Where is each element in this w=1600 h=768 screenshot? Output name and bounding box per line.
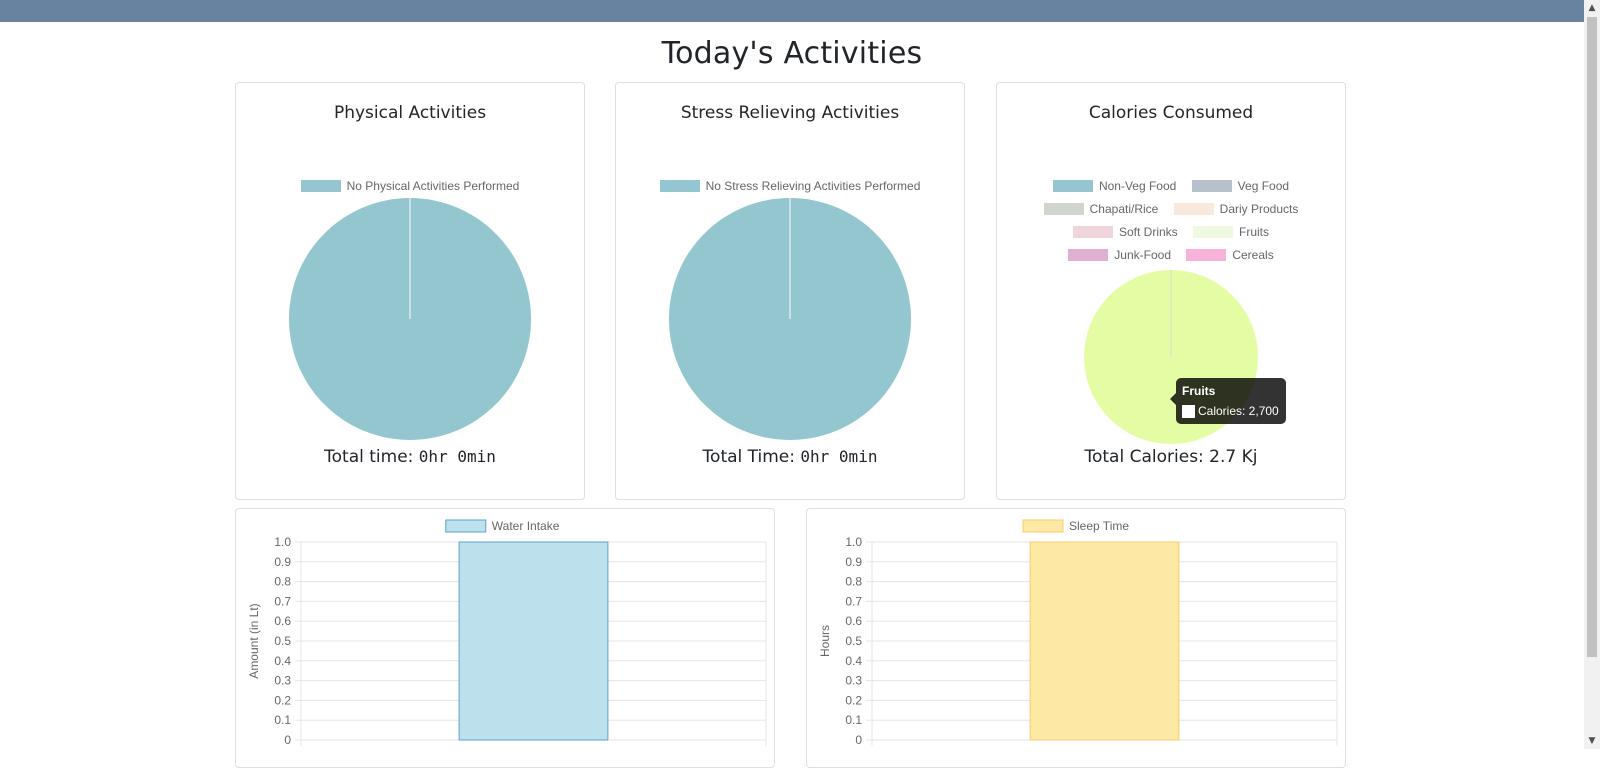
stress-card-title: Stress Relieving Activities (680, 103, 900, 123)
legend-swatch (300, 180, 341, 193)
legend-item[interactable]: Soft Drinks (1072, 224, 1178, 240)
legend-label: Non-Veg Food (1098, 179, 1177, 194)
legend-swatch (445, 519, 487, 533)
pie-tooltip: Fruits Calories: 2,700 (1176, 378, 1286, 425)
legend-swatch (1193, 226, 1234, 239)
legend-label: Veg Food (1237, 179, 1290, 194)
y-tick-label: 0.8 (845, 575, 862, 589)
legend-item[interactable]: Cereals (1186, 247, 1274, 263)
physical-pie-chart (289, 198, 531, 440)
sleep-time-bar-chart: Sleep Time 1.0 0.9 0.8 0.7 0.6 0.5 0.4 0.3 0.2 0.1… (818, 519, 1338, 747)
stress-total-time: Total Time: 0hr 0min (616, 447, 964, 467)
legend-swatch (1186, 249, 1227, 262)
y-tick-label: 1.0 (274, 535, 291, 549)
legend-label: Junk-Food (1114, 248, 1171, 263)
legend-item[interactable]: Non-Veg Food (1052, 178, 1177, 194)
y-tick-label: 0.6 (274, 614, 291, 628)
legend-label: No Physical Activities Performed (346, 179, 520, 194)
legend-swatch (1173, 203, 1214, 216)
top-navbar (0, 0, 1584, 22)
legend-label: No Stress Relieving Activities Performed (705, 179, 921, 194)
scrollbar-thumb[interactable] (1587, 17, 1597, 657)
physical-legend: No Physical Activities Performed (236, 178, 584, 193)
legend-swatch (1052, 180, 1093, 193)
calories-legend-row-1: Non-Veg Food Veg Food (997, 178, 1345, 193)
legend-item[interactable]: Dariy Products (1173, 201, 1299, 217)
physical-activities-card: Physical Activities No Physical Activiti… (235, 82, 585, 500)
y-axis-label: Amount (in Lt) (247, 603, 261, 678)
physical-total-time: Total time: 0hr 0min (236, 447, 584, 467)
legend-swatch (1191, 180, 1232, 193)
y-tick-label: 0.7 (845, 594, 862, 608)
legend-label: Chapati/Rice (1089, 202, 1159, 217)
legend-item[interactable]: Junk-Food (1068, 247, 1171, 262)
y-tick-label: 0.3 (845, 674, 862, 688)
y-tick-label: 0.6 (845, 614, 862, 628)
y-tick-label: 0.4 (274, 654, 291, 668)
legend-item[interactable]: Chapati/Rice (1043, 201, 1159, 217)
legend-label: Soft Drinks (1118, 225, 1178, 240)
y-tick-label: 0.2 (274, 693, 291, 707)
physical-card-title: Physical Activities (333, 103, 487, 123)
calories-pie-chart (1084, 270, 1258, 444)
y-tick-label: 0.5 (845, 634, 862, 648)
stress-total-label: Total Time: (702, 447, 801, 467)
physical-total-value: 0hr 0min (418, 447, 496, 466)
tooltip-swatch (1182, 405, 1195, 419)
bar[interactable] (1029, 541, 1180, 741)
scroll-down-icon[interactable]: ▼ (1584, 733, 1600, 749)
legend-item[interactable]: No Physical Activities Performed (300, 178, 520, 194)
calories-card: Calories Consumed Non-Veg Food Veg Food … (996, 82, 1346, 500)
legend-label: Fruits (1239, 225, 1270, 240)
y-tick-label: 0.3 (274, 674, 291, 688)
legend-label: Cereals (1232, 248, 1274, 263)
legend-label: Dariy Products (1219, 202, 1299, 217)
legend-swatch (1068, 249, 1109, 262)
calories-legend-row-3: Soft Drinks Fruits (997, 224, 1345, 239)
stress-total-value: 0hr 0min (800, 447, 878, 466)
bar[interactable] (458, 541, 609, 741)
y-tick-label: 1.0 (845, 535, 862, 549)
water-intake-card: Water Intake 1.0 0.9 0.8 0.7 0.6 0.5 0.4 0.3 0.2 0… (235, 508, 775, 768)
y-tick-label: 0.1 (845, 713, 862, 727)
legend-item[interactable]: Veg Food (1191, 178, 1290, 194)
tooltip-body: Calories: 2,700 (1198, 404, 1279, 418)
y-axis-label: Hours (818, 625, 832, 657)
y-tick-label: 0.5 (274, 634, 291, 648)
calories-legend-row-4: Junk-Food Cereals (997, 247, 1345, 262)
page-title: Today's Activities (661, 36, 923, 71)
y-tick-label: 0.8 (274, 575, 291, 589)
calories-card-title: Calories Consumed (1088, 103, 1254, 123)
physical-total-label: Total time: (324, 447, 419, 467)
calories-total: Total Calories: 2.7 Kj (1084, 447, 1258, 467)
legend-label: Water Intake (492, 519, 560, 533)
y-tick-label: 0 (855, 733, 862, 747)
y-tick-label: 0.9 (845, 555, 862, 569)
y-tick-label: 0.1 (274, 713, 291, 727)
legend-item[interactable]: No Stress Relieving Activities Performed (659, 178, 921, 194)
y-tick-label: 0.9 (274, 555, 291, 569)
sleep-time-card: Sleep Time 1.0 0.9 0.8 0.7 0.6 0.5 0.4 0.3 0.2 0.1… (806, 508, 1346, 768)
calories-legend-row-2: Chapati/Rice Dariy Products (997, 201, 1345, 216)
water-intake-bar-chart: Water Intake 1.0 0.9 0.8 0.7 0.6 0.5 0.4 0.3 0.2 0… (247, 519, 767, 747)
legend-swatch (1072, 226, 1113, 239)
legend-label: Sleep Time (1069, 519, 1129, 533)
y-tick-label: 0.7 (274, 594, 291, 608)
legend-swatch (659, 180, 700, 193)
stress-activities-card: Stress Relieving Activities No Stress Re… (615, 82, 965, 500)
y-tick-label: 0.4 (845, 654, 862, 668)
stress-legend: No Stress Relieving Activities Performed (616, 178, 964, 193)
tooltip-title: Fruits (1182, 384, 1216, 398)
legend-item[interactable]: Fruits (1193, 224, 1269, 239)
y-tick-label: 0 (284, 733, 291, 747)
vertical-scrollbar[interactable]: ▲ ▼ (1584, 0, 1600, 749)
scroll-up-icon[interactable]: ▲ (1584, 0, 1600, 16)
legend-swatch (1022, 519, 1064, 533)
legend-swatch (1043, 203, 1084, 216)
y-tick-label: 0.2 (845, 693, 862, 707)
stress-pie-chart (669, 198, 911, 440)
